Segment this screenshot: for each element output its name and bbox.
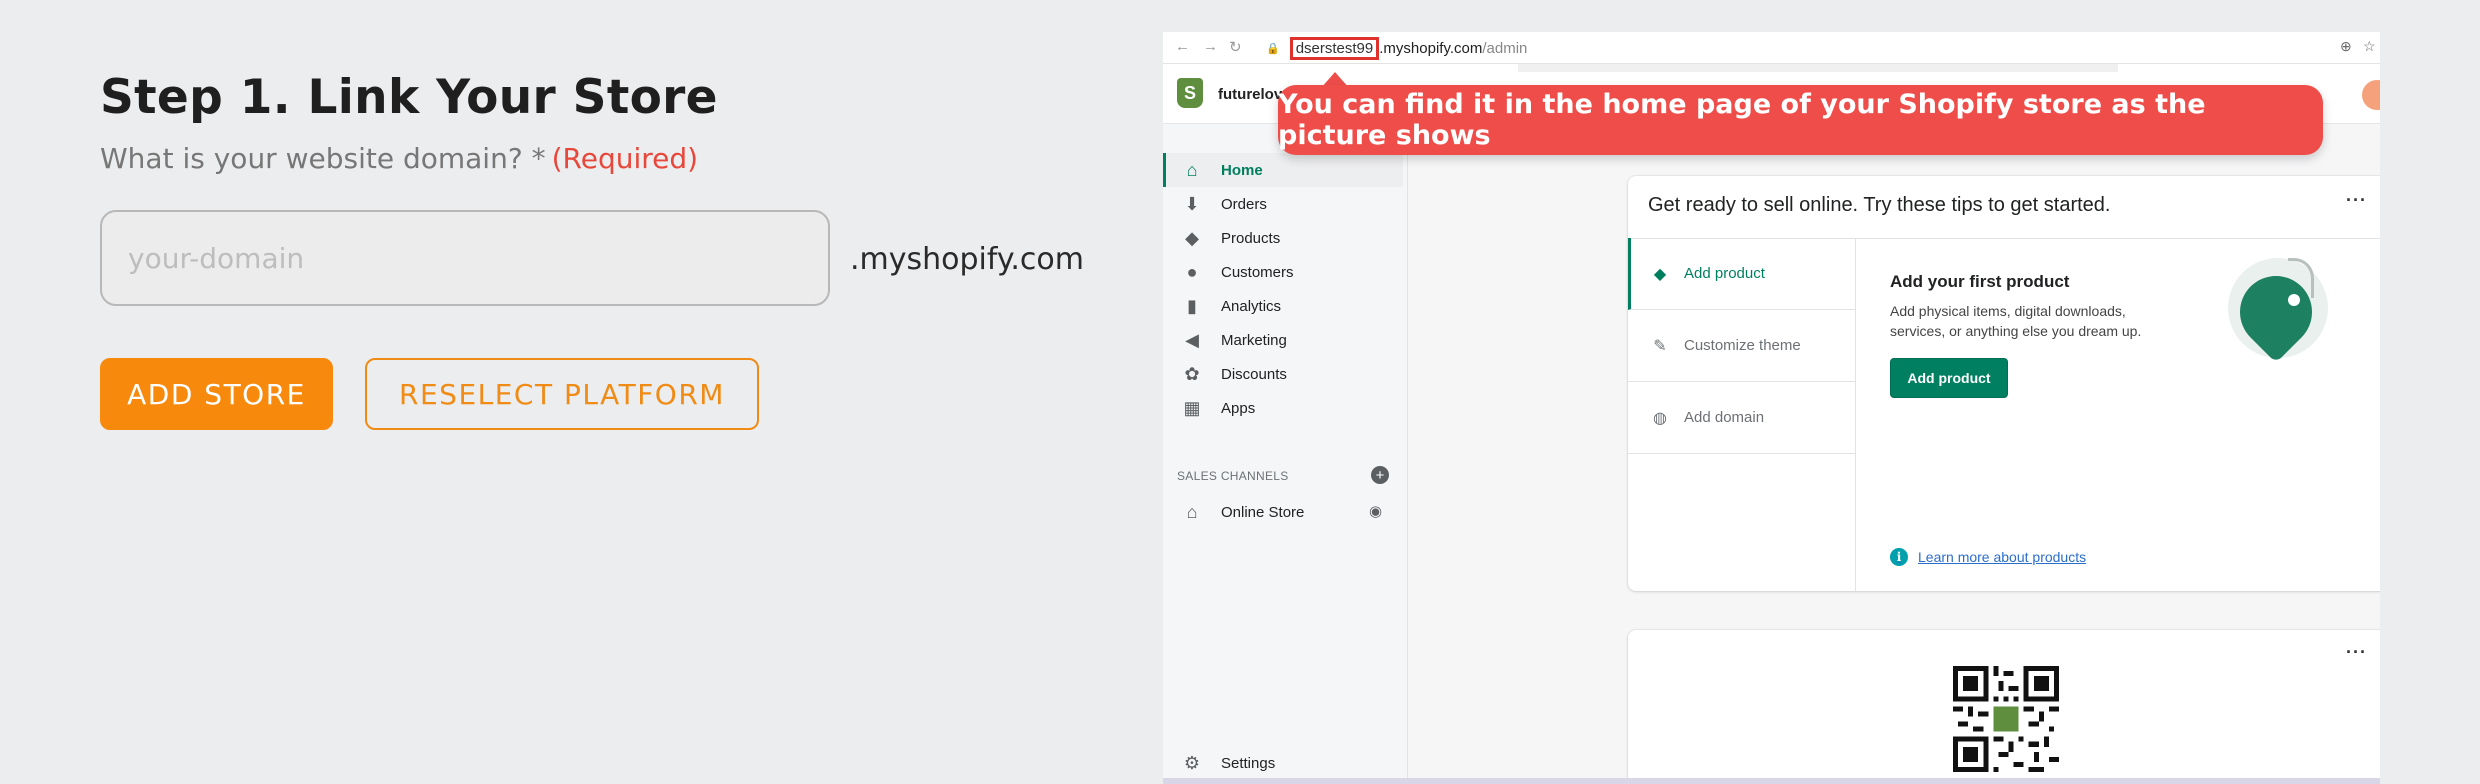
tips-card-title: Get ready to sell online. Try these tips… [1648,194,2111,216]
tab-customize-theme: ✎ Customize theme [1628,310,1856,382]
domain-input[interactable] [100,210,830,306]
reselect-platform-button[interactable]: RESELECT PLATFORM [365,358,759,430]
tips-tabs: ◆ Add product ✎ Customize theme ◍ Add domai… [1628,238,1856,591]
store-icon: ⌂ [1186,501,1198,522]
sidebar-item-online-store: ⌂ Online Store [1163,495,1403,529]
sidebar-item-customers: ● Customers [1163,255,1403,289]
panel-description: Add physical items, digital downloads, s… [1890,303,2142,339]
bar-chart-icon: ▮ [1187,295,1197,316]
tag-icon: ◆ [1653,265,1667,283]
tab-label: Add domain [1684,409,1765,426]
sidebar-item-label: Marketing [1221,331,1287,349]
sidebar-item-label: Online Store [1221,503,1305,521]
add-product-button: Add product [1890,358,2008,398]
qr-code-image [1953,666,2059,772]
forward-arrow-icon: → [1203,38,1218,55]
sidebar-item-marketing: ◀ Marketing [1163,323,1403,357]
orders-icon: ⬇ [1184,193,1200,214]
bottom-strip [1163,778,2380,784]
globe-icon: ◍ [1653,409,1667,427]
info-icon: i [1890,548,1908,566]
lock-icon: 🔒 [1266,42,1280,55]
sidebar-item-label: Settings [1221,754,1276,772]
more-options-icon: ··· [2346,190,2367,210]
sidebar-item-discounts: ✿ Discounts [1163,357,1403,391]
domain-suffix: .myshopify.com [850,242,1085,277]
gear-icon: ⚙ [1183,752,1201,773]
tag-illustration-string [2288,258,2314,298]
required-label: (Required) [551,142,699,175]
page-title: Step 1. Link Your Store [100,70,718,125]
instruction-callout: You can find it in the home page of your… [1278,85,2323,155]
sidebar-item-label: Home [1221,161,1263,179]
domain-question-label: What is your website domain? * [100,142,546,175]
more-options-icon: ··· [2346,642,2367,662]
tab-label: Customize theme [1684,337,1801,354]
learn-more-label: Learn more about products [1918,549,2087,565]
tab-add-product: ◆ Add product [1628,238,1856,310]
shopify-admin-screenshot: ← → ↻ 🔒 dserstest99 .myshopify.com/admin … [1163,32,2380,784]
sidebar-item-analytics: ▮ Analytics [1163,289,1403,323]
avatar [2362,80,2380,110]
sidebar-item-apps: ▦ Apps [1163,391,1403,425]
sidebar-item-products: ◆ Products [1163,221,1403,255]
add-store-button[interactable]: ADD STORE [100,358,333,430]
url-path: /admin [1482,39,1528,57]
sidebar-item-home: ⌂ Home [1163,153,1403,187]
sidebar-item-label: Discounts [1221,365,1287,383]
url-domain: .myshopify.com [1379,39,1483,57]
url-host-highlight: dserstest99 [1289,36,1380,60]
brush-icon: ✎ [1653,337,1667,355]
sidebar-item-label: Apps [1221,399,1256,417]
panel-title: Add your first product [1890,272,2070,291]
tag-icon: ◆ [1185,227,1199,248]
sidebar-item-orders: ⬇ Orders [1163,187,1403,221]
url-field: 🔒 dserstest99 .myshopify.com/admin [1266,36,2366,60]
discount-icon: ✿ [1184,363,1200,384]
sidebar-item-settings: ⚙ Settings [1163,746,1403,780]
back-arrow-icon: ← [1175,38,1190,55]
search-bar [1518,64,2118,72]
apps-icon: ▦ [1183,397,1201,418]
megaphone-icon: ◀ [1185,329,1199,350]
domain-question: What is your website domain? * (Required) [100,142,698,175]
tips-card: Get ready to sell online. Try these tips… [1628,176,2380,591]
learn-more-link: i Learn more about products [1890,548,2086,566]
admin-sidebar: ⌂ Home ⬇ Orders ◆ Products ● Customers ▮ Anal… [1163,124,1408,784]
add-channel-icon: + [1371,466,1389,484]
sidebar-item-label: Orders [1221,195,1267,213]
sidebar-item-label: Products [1221,229,1281,247]
bookmark-star-icon: ☆ [2363,38,2376,54]
home-icon: ⌂ [1186,159,1198,180]
tab-add-domain: ◍ Add domain [1628,382,1856,454]
qr-card: ··· [1628,630,2380,784]
reload-icon: ↻ [1229,39,1242,56]
tab-label: Add product [1684,265,1765,282]
person-icon: ● [1186,261,1198,282]
sidebar-item-label: Customers [1221,263,1294,281]
sales-channels-heading: SALES CHANNELS [1177,469,1289,483]
shopify-logo-icon: S [1177,78,1203,108]
zoom-icon: ⊕ [2340,38,2352,54]
browser-address-bar: ← → ↻ 🔒 dserstest99 .myshopify.com/admin … [1163,32,2380,64]
eye-icon: ◉ [1369,503,1383,520]
link-store-form: Step 1. Link Your Store What is your web… [100,0,1100,784]
sidebar-item-label: Analytics [1221,297,1282,315]
